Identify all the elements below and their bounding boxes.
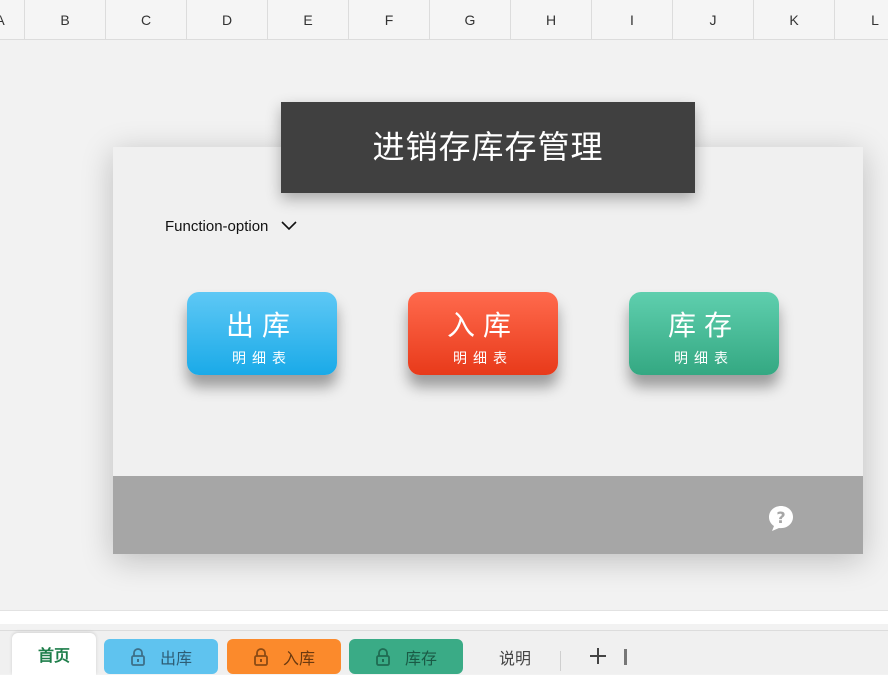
stock-detail-button[interactable]: 库存 明细表 [629, 292, 779, 375]
lock-icon [376, 647, 390, 666]
tab-inbound-label: 入库 [282, 648, 315, 668]
column-header-k[interactable]: K [754, 0, 835, 40]
sheet-scroll-divider [0, 610, 888, 624]
column-header-h[interactable]: H [511, 0, 592, 40]
outbound-detail-button[interactable]: 出库 明细表 [187, 292, 337, 375]
column-header-b[interactable]: B [25, 0, 106, 40]
page-title: 进销存库存管理 [372, 128, 604, 166]
tab-inbound[interactable]: 入库 [227, 639, 341, 674]
tab-outbound-label: 出库 [159, 648, 192, 668]
function-option-dropdown[interactable]: Function-option [165, 214, 298, 238]
help-bubble-icon[interactable]: ? [767, 504, 795, 532]
tab-instructions-label: 说明 [498, 648, 531, 668]
tab-home-label: 首页 [37, 646, 70, 665]
sheet-tab-bar: 首页 出库 入库 库存 说明 [0, 630, 888, 675]
function-option-label: Function-option [165, 217, 269, 235]
column-header-e[interactable]: E [268, 0, 349, 40]
inbound-detail-button[interactable]: 入库 明细表 [408, 292, 558, 375]
column-header-i[interactable]: I [592, 0, 673, 40]
title-banner: 进销存库存管理 [281, 102, 695, 193]
column-header-f[interactable]: F [349, 0, 430, 40]
tab-bar-resize-handle[interactable] [624, 649, 627, 665]
column-header-row: A B C D E F G H I J K L [0, 0, 888, 40]
panel-footer: ? [113, 476, 863, 554]
inbound-button-title: 入库 [446, 309, 519, 342]
tab-stock-label: 库存 [404, 648, 437, 668]
column-header-j[interactable]: J [673, 0, 754, 40]
column-header-c[interactable]: C [106, 0, 187, 40]
stock-button-title: 库存 [667, 309, 740, 342]
stock-button-subtitle: 明细表 [674, 351, 734, 367]
lock-icon [254, 647, 268, 666]
tab-home[interactable]: 首页 [12, 633, 96, 675]
column-header-g[interactable]: G [430, 0, 511, 40]
chevron-down-icon [281, 221, 297, 231]
tab-divider [560, 651, 561, 671]
tab-stock[interactable]: 库存 [349, 639, 463, 674]
inbound-button-subtitle: 明细表 [453, 351, 513, 367]
column-header-a[interactable]: A [0, 0, 25, 40]
lock-icon [131, 647, 145, 666]
plus-icon[interactable] [585, 643, 611, 669]
column-header-l[interactable]: L [835, 0, 888, 40]
outbound-button-subtitle: 明细表 [232, 351, 292, 367]
tab-outbound[interactable]: 出库 [104, 639, 218, 674]
tab-instructions[interactable]: 说明 [478, 639, 552, 674]
column-header-d[interactable]: D [187, 0, 268, 40]
svg-text:?: ? [776, 508, 785, 527]
outbound-button-title: 出库 [225, 309, 298, 342]
